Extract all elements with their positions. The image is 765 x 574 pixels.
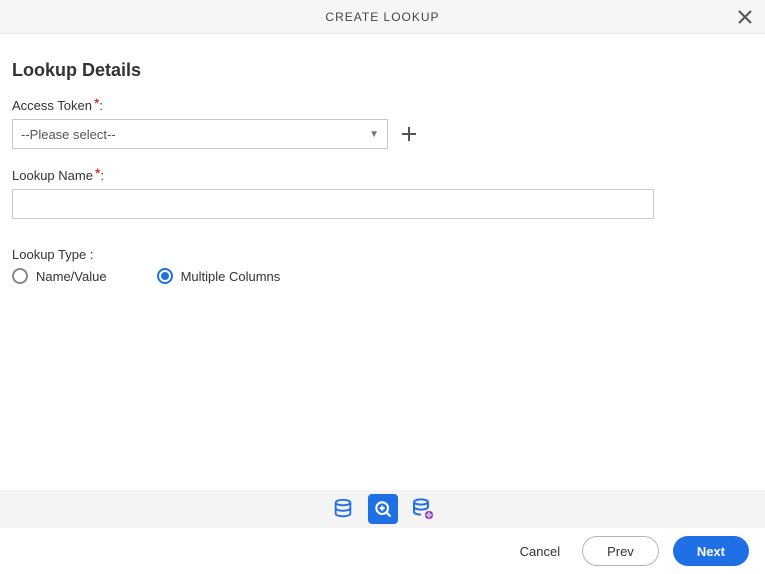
- close-icon: [738, 10, 752, 24]
- add-access-token-button[interactable]: [398, 123, 420, 145]
- select-value: --Please select--: [21, 127, 116, 142]
- required-mark: *: [94, 95, 99, 111]
- database-icon: [332, 498, 354, 520]
- database-gear-icon: [411, 497, 435, 521]
- cancel-button[interactable]: Cancel: [512, 536, 568, 566]
- field-lookup-type: Lookup Type : Name/Value Multiple Column…: [12, 247, 753, 284]
- field-lookup-name: Lookup Name*:: [12, 167, 753, 219]
- radio-dot-icon: [161, 272, 169, 280]
- radio-name-value[interactable]: Name/Value: [12, 268, 107, 284]
- label-text: Access Token: [12, 98, 92, 113]
- radio-label: Multiple Columns: [181, 269, 281, 284]
- dialog-title: CREATE LOOKUP: [325, 10, 439, 24]
- label-text: Lookup Type: [12, 247, 86, 262]
- field-access-token: Access Token*: --Please select-- ▼: [12, 97, 753, 149]
- label-colon: :: [100, 168, 104, 183]
- access-token-select[interactable]: --Please select-- ▼: [12, 119, 388, 149]
- access-token-row: --Please select-- ▼: [12, 119, 753, 149]
- radio-icon: [12, 268, 28, 284]
- label-colon: :: [90, 247, 94, 262]
- section-heading: Lookup Details: [12, 60, 753, 81]
- dialog-content: Lookup Details Access Token*: --Please s…: [0, 34, 765, 284]
- radio-icon: [157, 268, 173, 284]
- access-token-label: Access Token*:: [12, 97, 753, 113]
- label-text: Lookup Name: [12, 168, 93, 183]
- close-button[interactable]: [735, 7, 755, 27]
- dialog-footer: Cancel Prev Next: [0, 528, 765, 574]
- stepper-bar: [0, 490, 765, 528]
- step-lookup-details[interactable]: [368, 494, 398, 524]
- required-mark: *: [95, 165, 100, 181]
- step-source[interactable]: [328, 494, 358, 524]
- search-icon: [373, 499, 393, 519]
- label-colon: :: [99, 98, 103, 113]
- step-configure[interactable]: [408, 494, 438, 524]
- lookup-name-input[interactable]: [12, 189, 654, 219]
- lookup-type-radio-group: Name/Value Multiple Columns: [12, 268, 753, 284]
- plus-icon: [401, 126, 417, 142]
- next-button[interactable]: Next: [673, 536, 749, 566]
- lookup-name-label: Lookup Name*:: [12, 167, 753, 183]
- titlebar: CREATE LOOKUP: [0, 0, 765, 34]
- lookup-type-label: Lookup Type :: [12, 247, 753, 262]
- chevron-down-icon: ▼: [369, 129, 379, 140]
- prev-button[interactable]: Prev: [582, 536, 659, 566]
- radio-label: Name/Value: [36, 269, 107, 284]
- radio-multiple-columns[interactable]: Multiple Columns: [157, 268, 281, 284]
